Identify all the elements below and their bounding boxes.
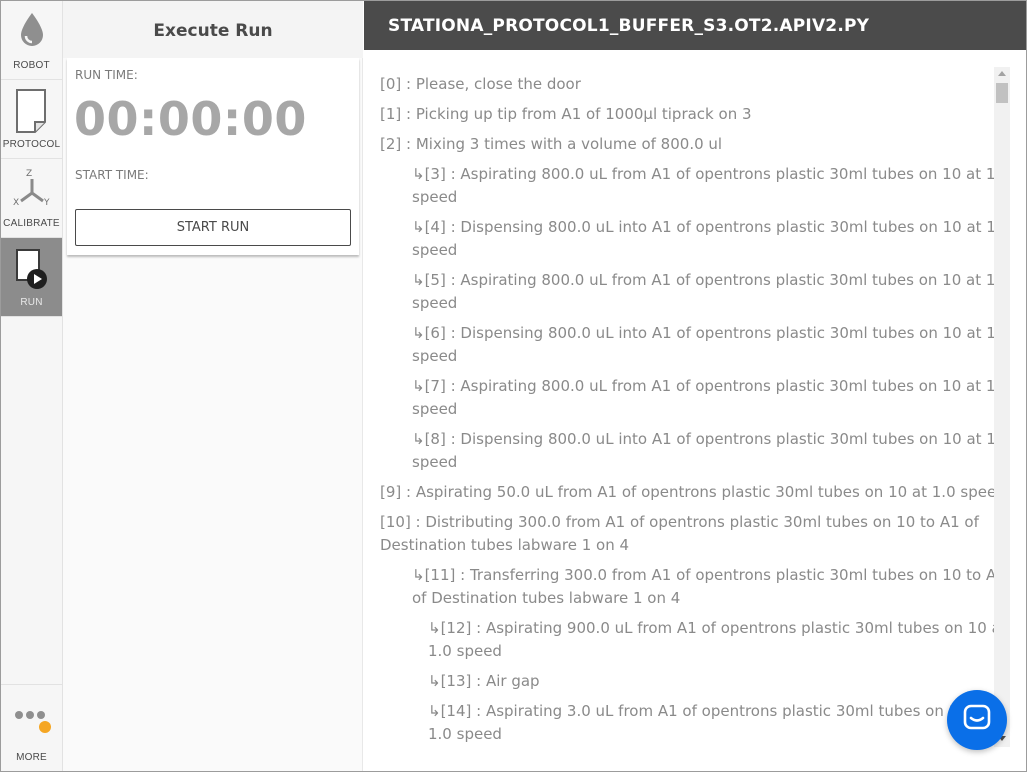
log-entry-text: speed: [412, 188, 458, 206]
log-entry-text: [10] : Distributing 300.0 from A1 of ope…: [380, 513, 979, 531]
log-entry-text: [2] : Mixing 3 times with a volume of 80…: [380, 135, 723, 153]
log-entry-text: ↳[14] : Aspirating 3.0 uL from A1 of ope…: [428, 702, 988, 720]
log-entry-text: 1.0 speed: [428, 642, 502, 660]
start-run-button[interactable]: START RUN: [75, 209, 351, 246]
axis-z-label: Z: [26, 169, 32, 179]
log-entry-text: ↳[7] : Aspirating 800.0 uL from A1 of op…: [412, 377, 1010, 395]
sidebar-item-label: RUN: [20, 297, 43, 308]
log-entry-text: ↳[5] : Aspirating 800.0 uL from A1 of op…: [412, 271, 1010, 289]
app-window: ROBOT PROTOCOL Z X Y CALIBRATE RUN MORE …: [0, 0, 1027, 772]
sidebar-nav: ROBOT PROTOCOL Z X Y CALIBRATE RUN MORE: [1, 1, 63, 771]
log-entry-text: speed: [412, 241, 458, 259]
log-entry-text: speed: [412, 400, 458, 418]
chat-button[interactable]: [947, 690, 1007, 750]
panel-header: Execute Run: [63, 1, 363, 58]
log-entry-text: [0] : Please, close the door: [380, 75, 581, 93]
chat-bubble-icon: [962, 703, 992, 738]
log-entry-text: [9] : Aspirating 50.0 uL from A1 of open…: [380, 483, 1006, 501]
sidebar-item-label: ROBOT: [13, 60, 50, 71]
log-scrollbar[interactable]: [994, 67, 1010, 747]
sidebar-item-label: MORE: [16, 752, 47, 763]
log-entry-text: ↳[3] : Aspirating 800.0 uL from A1 of op…: [412, 165, 1010, 183]
log-entry-text: ↳[6] : Dispensing 800.0 uL into A1 of op…: [412, 324, 1011, 342]
log-entry-text: ↳[11] : Transferring 300.0 from A1 of op…: [412, 566, 1006, 584]
log-entry-text: ↳[13] : Air gap: [428, 672, 540, 690]
sidebar-item-protocol[interactable]: PROTOCOL: [1, 80, 62, 159]
log-entry-text: 1.0 speed: [428, 725, 502, 743]
protocol-log-panel: STATIONA_PROTOCOL1_BUFFER_S3.OT2.APIV2.P…: [364, 1, 1026, 771]
sidebar-item-calibrate[interactable]: Z X Y CALIBRATE: [1, 159, 62, 238]
log-entry-text: Destination tubes labware 1 on 4: [380, 536, 630, 554]
axis-y-label: Y: [43, 198, 50, 208]
notification-badge: [38, 721, 51, 733]
sidebar-item-more[interactable]: MORE: [1, 684, 62, 771]
panel-title: Execute Run: [153, 20, 273, 41]
log-entry-text: speed: [412, 453, 458, 471]
xyz-axes-icon: Z X Y: [12, 167, 52, 216]
sidebar-item-label: PROTOCOL: [2, 139, 61, 150]
scroll-thumb[interactable]: [996, 83, 1008, 103]
log-entry-text: ↳[12] : Aspirating 900.0 uL from A1 of o…: [428, 619, 1007, 637]
protocol-log: [0] : Please, close the door [1] : Pickin…: [380, 67, 1012, 747]
sidebar-item-robot[interactable]: ROBOT: [1, 1, 62, 80]
scroll-up-arrow-icon[interactable]: [998, 71, 1006, 76]
log-entry-text: ↳[4] : Dispensing 800.0 uL into A1 of op…: [412, 218, 1011, 236]
log-entry-text: speed: [412, 347, 458, 365]
protocol-file-name: STATIONA_PROTOCOL1_BUFFER_S3.OT2.APIV2.P…: [388, 15, 870, 36]
log-entry-text: of Destination tubes labware 1 on 4: [412, 589, 681, 607]
axis-x-label: X: [13, 198, 19, 208]
log-entry-text: [1] : Picking up tip from A1 of 1000µl t…: [380, 105, 752, 123]
sidebar-item-label: CALIBRATE: [3, 218, 60, 229]
run-card: RUN TIME: 00:00:00 START TIME: START RUN: [67, 58, 359, 255]
start-time-label: START TIME:: [75, 168, 149, 182]
run-time-value: 00:00:00: [74, 92, 307, 146]
log-entry-text: speed: [412, 294, 458, 312]
water-drop-icon: [17, 9, 47, 56]
document-icon: [15, 88, 49, 139]
sidebar-item-run[interactable]: RUN: [1, 238, 62, 317]
protocol-header: STATIONA_PROTOCOL1_BUFFER_S3.OT2.APIV2.P…: [364, 1, 1026, 50]
execute-run-panel: Execute Run RUN TIME: 00:00:00 START TIM…: [63, 1, 363, 771]
more-dots-icon: [12, 707, 52, 742]
run-time-label: RUN TIME:: [75, 68, 138, 82]
run-play-icon: [14, 246, 50, 295]
log-entry-text: ↳[8] : Dispensing 800.0 uL into A1 of op…: [412, 430, 1011, 448]
